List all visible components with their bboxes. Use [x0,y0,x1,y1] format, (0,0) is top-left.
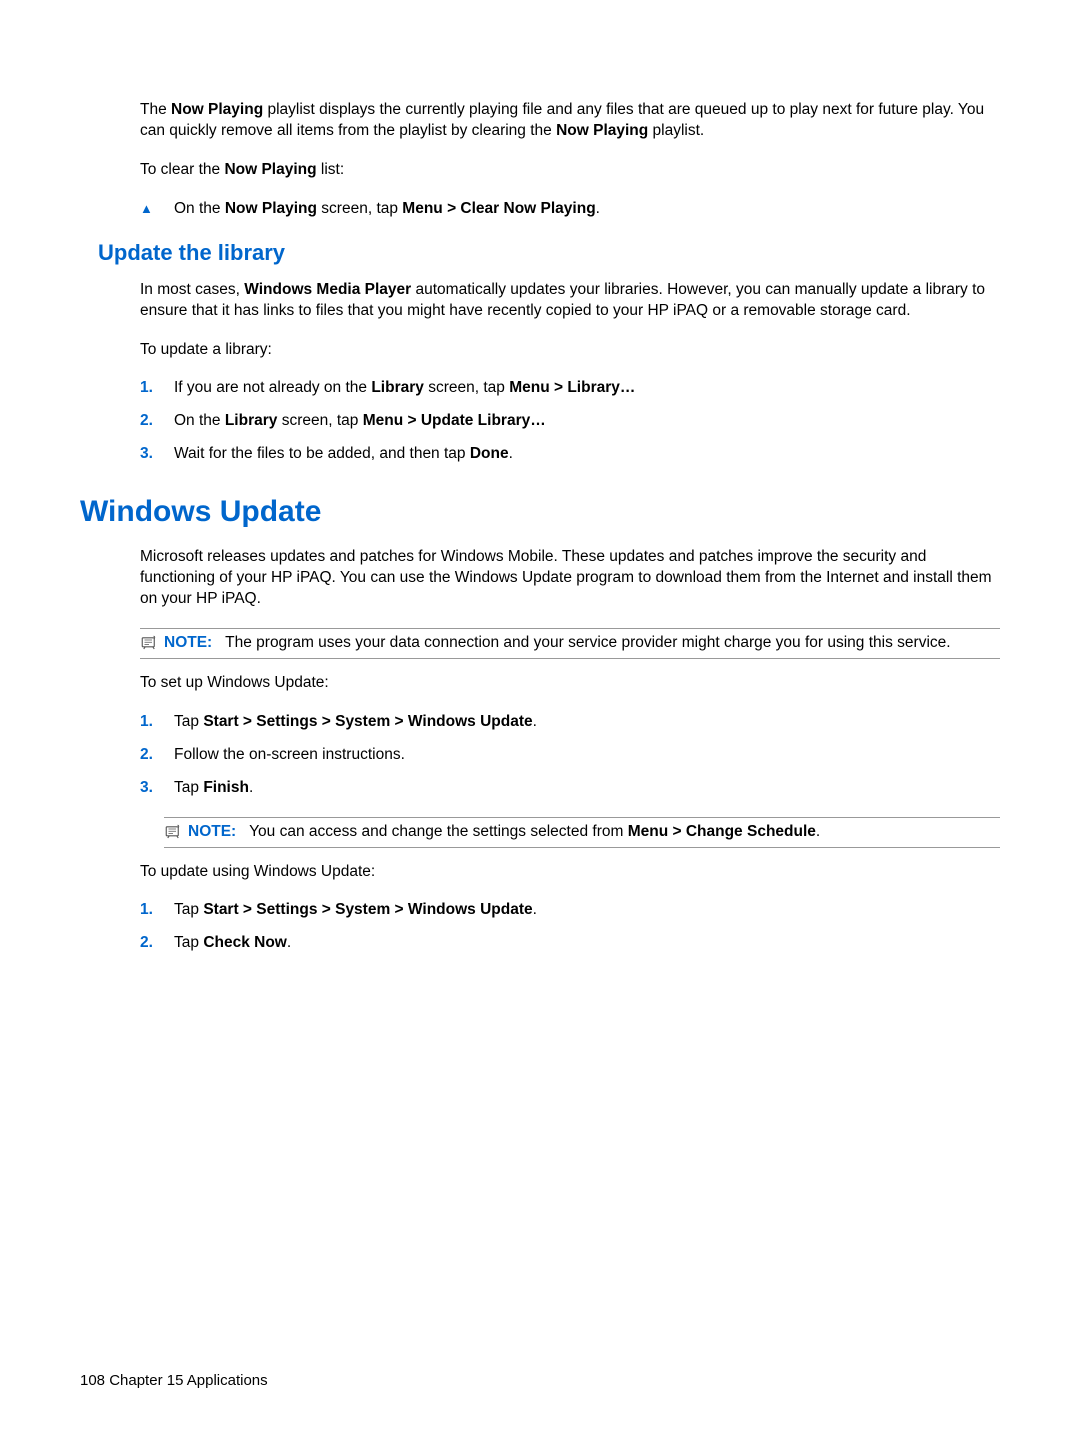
text-bold: Windows Media Player [244,281,411,298]
text: screen, tap [424,379,509,396]
text-bold: Menu > Clear Now Playing [402,200,595,217]
text: You can access and change the settings s… [249,823,628,840]
triangle-bullet-icon: ▲ [140,200,174,218]
step-1: 1. Tap Start > Settings > System > Windo… [140,900,1000,921]
text: To clear the [140,161,224,178]
step-number: 3. [140,778,174,799]
paragraph-windows-update-desc: Microsoft releases updates and patches f… [140,547,1000,610]
step-number: 2. [140,411,174,432]
text: screen, tap [277,412,362,429]
step-2: 2. Tap Check Now. [140,933,1000,954]
step-list-update-library: 1. If you are not already on the Library… [140,378,1000,465]
step-number: 1. [140,712,174,733]
text-bold: Start > Settings > System > Windows Upda… [203,713,532,730]
paragraph-update-intro: To update a library: [140,340,1000,361]
text-bold: Library [371,379,424,396]
text: On the [174,200,225,217]
text: Wait for the files to be added, and then… [174,445,470,462]
text: If you are not already on the [174,379,371,396]
text: Tap [174,779,203,796]
step-text: Follow the on-screen instructions. [174,745,1000,766]
text: . [533,713,537,730]
step-2: 2. On the Library screen, tap Menu > Upd… [140,411,1000,432]
text: playlist. [648,122,704,139]
text: list: [317,161,345,178]
step-number: 1. [140,378,174,399]
note-data-connection: NOTE: The program uses your data connect… [140,628,1000,659]
text: The [140,101,171,118]
step-list-setup: 1. Tap Start > Settings > System > Windo… [140,712,1000,799]
text-bold: Start > Settings > System > Windows Upda… [203,901,532,918]
paragraph-now-playing-desc: The Now Playing playlist displays the cu… [140,100,1000,142]
note-label: NOTE: [188,823,236,840]
step-list-update-now: 1. Tap Start > Settings > System > Windo… [140,900,1000,954]
step-number: 2. [140,745,174,766]
text: . [509,445,513,462]
text-bold: Menu > Change Schedule [628,823,816,840]
text: Tap [174,934,203,951]
step-text: Tap Finish. [174,778,1000,799]
page: The Now Playing playlist displays the cu… [0,0,1080,1437]
step-text: If you are not already on the Library sc… [174,378,1000,399]
step-text: Tap Check Now. [174,933,1000,954]
note-label: NOTE: [164,634,212,651]
paragraph-clear-intro: To clear the Now Playing list: [140,160,1000,181]
text: On the [174,412,225,429]
step-3: 3. Tap Finish. [140,778,1000,799]
text-bold: Now Playing [171,101,263,118]
text-bold: Library [225,412,278,429]
step-number: 3. [140,444,174,465]
step-1: 1. Tap Start > Settings > System > Windo… [140,712,1000,733]
step-2: 2. Follow the on-screen instructions. [140,745,1000,766]
text-bold: Now Playing [556,122,648,139]
paragraph-update-library-desc: In most cases, Windows Media Player auto… [140,280,1000,322]
text-bold: Finish [203,779,249,796]
text-bold: Menu > Update Library… [363,412,546,429]
step-text: Tap Start > Settings > System > Windows … [174,900,1000,921]
note-change-schedule: NOTE: You can access and change the sett… [164,817,1000,848]
text-bold: Menu > Library… [509,379,635,396]
paragraph-update-intro-2: To update using Windows Update: [140,862,1000,883]
text: Tap [174,713,203,730]
note-text: NOTE: The program uses your data connect… [164,633,1000,654]
content-area: The Now Playing playlist displays the cu… [140,100,1000,954]
text: . [596,200,600,217]
text: Tap [174,901,203,918]
page-footer: 108 Chapter 15 Applications [80,1372,268,1389]
paragraph-setup-intro: To set up Windows Update: [140,673,1000,694]
step-text: On the Now Playing screen, tap Menu > Cl… [174,199,1000,220]
text: . [249,779,253,796]
step-3: 3. Wait for the files to be added, and t… [140,444,1000,465]
text-bold: Now Playing [225,200,317,217]
text: The program uses your data connection an… [225,634,950,651]
note-icon [164,823,182,841]
heading-windows-update: Windows Update [80,495,1000,529]
heading-update-library: Update the library [98,240,1000,266]
text-bold: Done [470,445,509,462]
single-step-clear: ▲ On the Now Playing screen, tap Menu > … [140,199,1000,220]
text: . [533,901,537,918]
text-bold: Check Now [203,934,287,951]
step-text: On the Library screen, tap Menu > Update… [174,411,1000,432]
text: . [816,823,820,840]
note-icon [140,634,158,652]
step-number: 1. [140,900,174,921]
note-text: NOTE: You can access and change the sett… [188,822,1000,843]
step-text: Tap Start > Settings > System > Windows … [174,712,1000,733]
step-number: 2. [140,933,174,954]
text: In most cases, [140,281,244,298]
step-1: 1. If you are not already on the Library… [140,378,1000,399]
text-bold: Now Playing [224,161,316,178]
text: screen, tap [317,200,402,217]
text: . [287,934,291,951]
step-text: Wait for the files to be added, and then… [174,444,1000,465]
